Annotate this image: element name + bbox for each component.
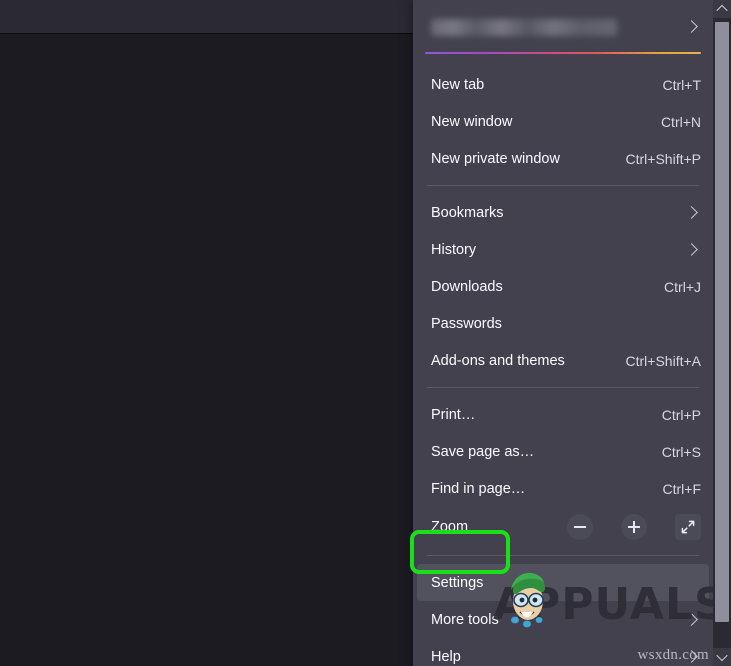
menu-separator	[427, 387, 699, 388]
menu-item-label: Downloads	[431, 278, 503, 295]
menu-item-label: Save page as…	[431, 443, 535, 460]
menu-item-shortcut: Ctrl+Shift+A	[625, 352, 701, 369]
menu-item-save-page-as[interactable]: Save page as… Ctrl+S	[417, 433, 709, 470]
menu-item-label: Passwords	[431, 315, 502, 332]
account-email-blurred	[431, 18, 617, 36]
menu-item-new-tab[interactable]: New tab Ctrl+T	[417, 66, 709, 103]
menu-item-shortcut: Ctrl+F	[662, 480, 702, 497]
menu-item-label: Help	[431, 648, 461, 665]
menu-item-shortcut: Ctrl+J	[664, 278, 701, 295]
menu-item-shortcut: Ctrl+Shift+P	[625, 150, 701, 167]
firefox-app-menu-panel: New tab Ctrl+T New window Ctrl+N New pri…	[413, 0, 713, 666]
chevron-right-icon	[683, 204, 701, 222]
menu-item-passwords[interactable]: Passwords	[417, 305, 709, 342]
menu-item-shortcut: Ctrl+P	[661, 406, 701, 423]
menu-item-label: Print…	[431, 406, 476, 423]
chevron-right-icon	[683, 611, 701, 629]
menu-item-label: Bookmarks	[431, 204, 504, 221]
site-watermark: wsxdn.com	[637, 647, 709, 663]
menu-item-label: History	[431, 241, 477, 258]
menu-item-account[interactable]	[417, 4, 709, 50]
menu-item-downloads[interactable]: Downloads Ctrl+J	[417, 268, 709, 305]
zoom-controls	[567, 514, 701, 540]
menu-item-label: Settings	[431, 574, 484, 591]
chevron-right-icon	[683, 241, 701, 259]
menu-item-label: New tab	[431, 76, 485, 93]
menu-item-label: New window	[431, 113, 513, 130]
menu-separator	[427, 185, 699, 186]
menu-item-new-private-window[interactable]: New private window Ctrl+Shift+P	[417, 140, 709, 177]
menu-row-zoom: Zoom	[417, 507, 709, 547]
menu-item-label: More tools	[431, 611, 499, 628]
menu-item-bookmarks[interactable]: Bookmarks	[417, 194, 709, 231]
menu-item-label: New private window	[431, 150, 560, 167]
menu-item-shortcut: Ctrl+S	[661, 443, 701, 460]
menu-item-label: Find in page…	[431, 480, 526, 497]
menu-item-print[interactable]: Print… Ctrl+P	[417, 396, 709, 433]
menu-item-addons-and-themes[interactable]: Add-ons and themes Ctrl+Shift+A	[417, 342, 709, 379]
menu-separator	[427, 555, 699, 556]
fullscreen-expand-icon[interactable]	[675, 514, 701, 540]
menu-item-new-window[interactable]: New window Ctrl+N	[417, 103, 709, 140]
menu-scrollbar[interactable]	[713, 0, 731, 666]
menu-item-history[interactable]: History	[417, 231, 709, 268]
menu-item-more-tools[interactable]: More tools	[417, 601, 709, 638]
menu-item-label: Add-ons and themes	[431, 352, 565, 369]
scroll-down-arrow-icon[interactable]	[713, 648, 731, 666]
menu-item-shortcut: Ctrl+T	[662, 76, 702, 93]
brand-gradient-divider	[425, 52, 701, 54]
chevron-right-icon	[683, 18, 701, 36]
zoom-in-icon[interactable]	[621, 514, 647, 540]
scrollbar-thumb[interactable]	[715, 22, 729, 622]
browser-window: New tab Ctrl+T New window Ctrl+N New pri…	[0, 0, 731, 666]
menu-item-find-in-page[interactable]: Find in page… Ctrl+F	[417, 470, 709, 507]
zoom-out-icon[interactable]	[567, 514, 593, 540]
zoom-label: Zoom	[431, 519, 469, 535]
scroll-up-arrow-icon[interactable]	[713, 0, 731, 18]
menu-item-shortcut: Ctrl+N	[660, 113, 701, 130]
menu-item-settings[interactable]: Settings	[417, 564, 709, 601]
